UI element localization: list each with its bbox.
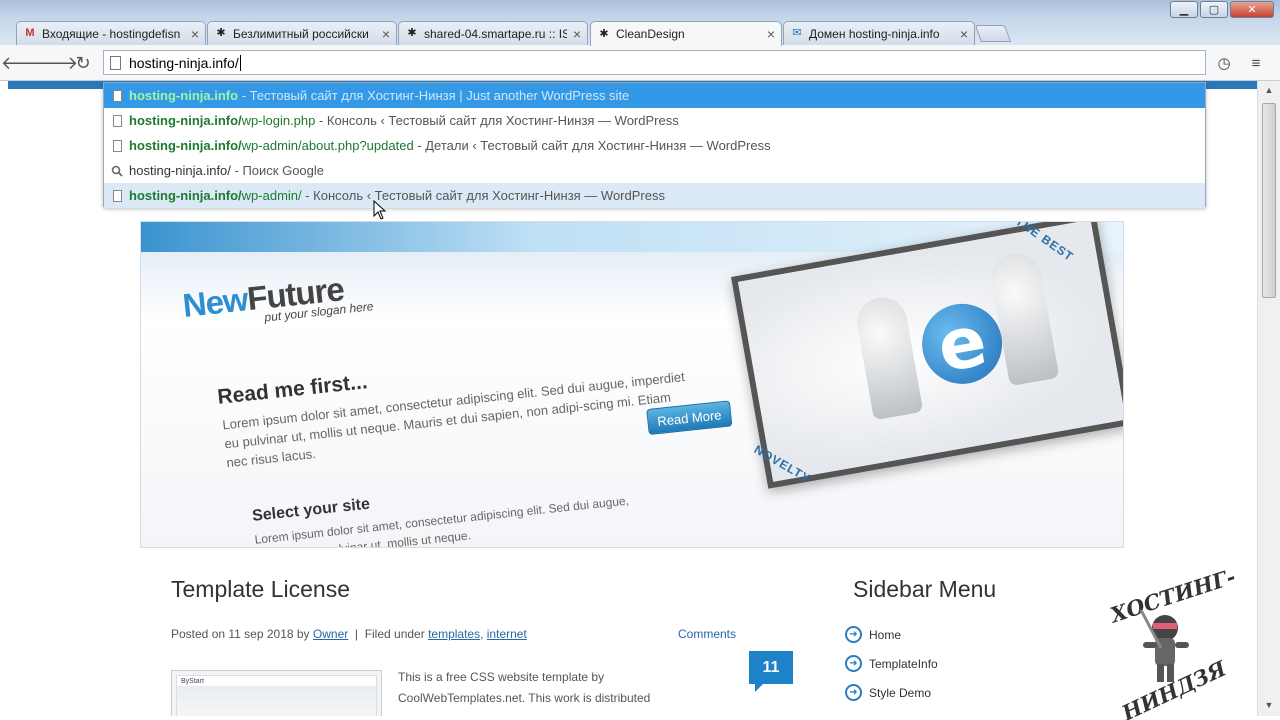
sidebar-title: Sidebar Menu <box>853 576 997 602</box>
tab-close-icon[interactable]: × <box>191 27 199 41</box>
page-icon <box>111 139 123 153</box>
tab-close-icon[interactable]: × <box>767 27 775 41</box>
search-icon <box>111 164 123 178</box>
post-title: Template License <box>171 576 350 602</box>
mail-icon: ✉ <box>792 27 802 39</box>
scroll-down-icon[interactable]: ▼ <box>1262 698 1276 712</box>
tab-cleandesign[interactable]: ✱ CleanDesign × <box>590 21 782 46</box>
tag-link-templates[interactable]: templates <box>428 627 480 641</box>
page-scrollbar[interactable]: ▲ ▼ <box>1257 81 1280 716</box>
forward-arrow-icon[interactable]: 🡒 <box>30 52 78 74</box>
sidebar-item-templateinfo[interactable]: ➜ TemplateInfo <box>845 655 938 672</box>
scroll-thumb[interactable] <box>1262 103 1276 298</box>
suggestion-item[interactable]: hosting-ninja.info/wp-admin/ - Консоль ‹… <box>104 183 1205 208</box>
tab-smartape[interactable]: ✱ shared-04.smartape.ru :: IS × <box>398 21 588 45</box>
minimize-icon[interactable]: ▁ <box>1170 1 1198 18</box>
browser-toolbar: 🡐 🡒 ↻ hosting-ninja.info/ ◷ ≡ <box>0 45 1280 81</box>
tab-close-icon[interactable]: × <box>573 27 581 41</box>
arrow-circle-icon: ➜ <box>845 626 862 643</box>
suggestion-item-search[interactable]: hosting-ninja.info/ - Поиск Google <box>104 158 1205 183</box>
text-caret <box>239 54 241 71</box>
post-meta: Posted on 11 sep 2018 by Owner | Filed u… <box>171 627 527 641</box>
comments-link[interactable]: Comments <box>678 627 736 641</box>
suggestion-item[interactable]: hosting-ninja.info/wp-admin/about.php?up… <box>104 133 1205 158</box>
address-bar[interactable]: hosting-ninja.info/ <box>103 50 1206 75</box>
tab-domain[interactable]: ✉ Домен hosting-ninja.info × <box>783 21 975 45</box>
comment-count-badge[interactable]: 11 <box>749 651 793 692</box>
arrow-circle-icon: ➜ <box>845 655 862 672</box>
ninja-favicon: ✱ <box>407 27 417 39</box>
tab-close-icon[interactable]: × <box>382 27 390 41</box>
gmail-icon: M <box>25 27 35 39</box>
banner-template-preview: NewFuture put your slogan here Read me f… <box>151 222 779 547</box>
window-close-icon[interactable]: ✕ <box>1230 1 1274 18</box>
ninja-favicon: ✱ <box>216 27 226 39</box>
post-thumbnail[interactable]: ByStart <box>171 670 382 716</box>
arrow-circle-icon: ➜ <box>845 684 862 701</box>
thumbnail-preview: ByStart <box>176 675 377 716</box>
address-text: hosting-ninja.info/ <box>129 54 239 71</box>
page-icon <box>111 89 123 103</box>
menu-icon[interactable]: ≡ <box>1246 53 1266 73</box>
page-icon <box>110 55 121 70</box>
author-link[interactable]: Owner <box>313 627 348 641</box>
history-clock-icon[interactable]: ◷ <box>1214 53 1234 73</box>
suggestion-item[interactable]: hosting-ninja.info/wp-login.php - Консол… <box>104 108 1205 133</box>
ninja-favicon: ✱ <box>599 27 609 40</box>
tab-inbox[interactable]: M Входящие - hostingdefisn × <box>16 21 206 45</box>
sidebar-item-home[interactable]: ➜ Home <box>845 626 901 643</box>
omnibox-suggestions: hosting-ninja.info - Тестовый сайт для Х… <box>103 82 1206 208</box>
tab-unlimited[interactable]: ✱ Безлимитный российски × <box>207 21 397 45</box>
mouse-cursor-icon <box>373 200 387 220</box>
page-icon <box>111 189 123 203</box>
scroll-up-icon[interactable]: ▲ <box>1262 83 1276 97</box>
window-controls: ▁ ▢ ✕ <box>1170 1 1274 18</box>
suggestion-item[interactable]: hosting-ninja.info - Тестовый сайт для Х… <box>104 83 1205 108</box>
banner-image: NewFuture put your slogan here Read me f… <box>140 221 1124 548</box>
window-titlebar: M Входящие - hostingdefisn × ✱ Безлимитн… <box>0 0 1280 46</box>
reload-icon[interactable]: ↻ <box>72 52 94 74</box>
tag-link-internet[interactable]: internet <box>487 627 527 641</box>
page-icon <box>111 114 123 128</box>
tab-close-icon[interactable]: × <box>960 27 968 41</box>
post-excerpt: This is a free CSS website template by C… <box>398 670 651 705</box>
maximize-icon[interactable]: ▢ <box>1200 1 1228 18</box>
hosting-ninja-watermark: ХОСТИНГ- НИНДЗЯ <box>1107 563 1239 720</box>
new-tab-button[interactable] <box>974 25 1012 42</box>
sidebar-item-style-demo[interactable]: ➜ Style Demo <box>845 684 931 701</box>
